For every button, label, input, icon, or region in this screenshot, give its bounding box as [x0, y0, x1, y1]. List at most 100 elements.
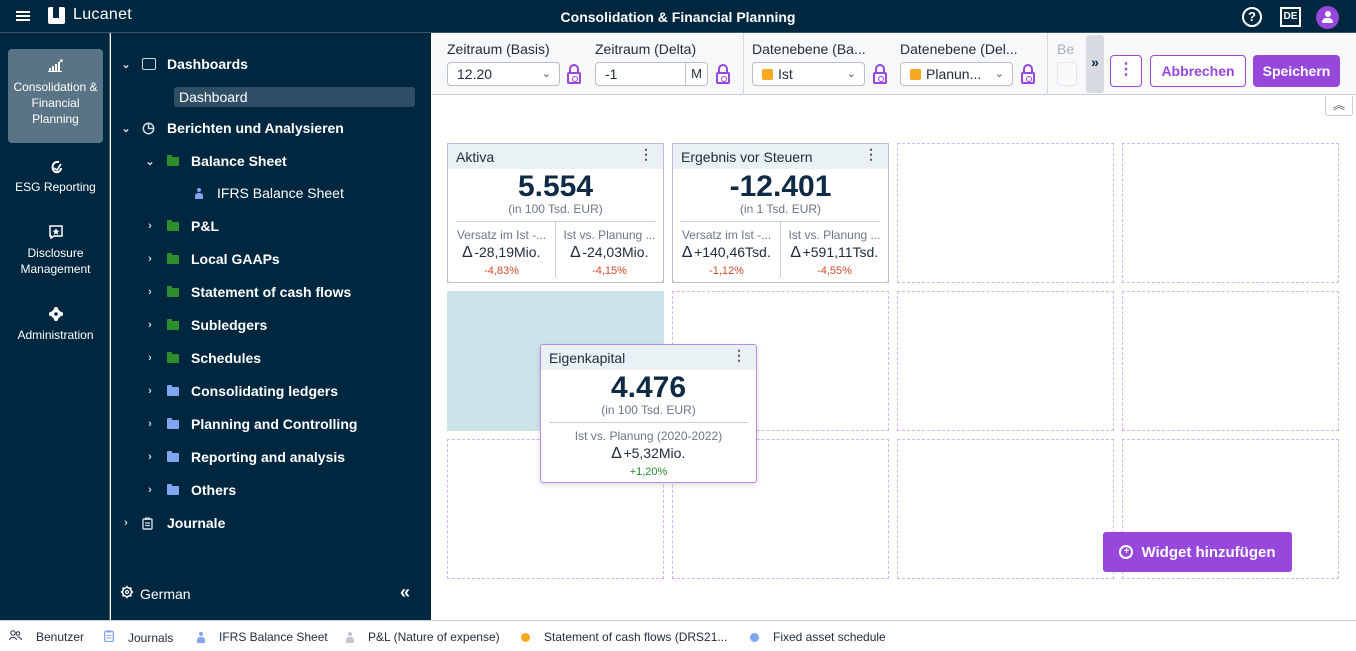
open-tab[interactable]: IFRS Balance Sheet	[197, 630, 328, 644]
language-selector[interactable]: German	[120, 585, 191, 602]
widget-menu-icon[interactable]: ⋮	[864, 146, 878, 163]
chevron-down-icon[interactable]: ⌄	[144, 155, 156, 168]
widget-unit: (in 100 Tsd. EUR)	[508, 202, 603, 216]
widget-title: Aktiva	[456, 149, 495, 165]
chevron-down-icon: ⌄	[846, 68, 856, 80]
tree-folder[interactable]: › Planning and Controlling	[111, 413, 411, 435]
tree-folder[interactable]: › Reporting and analysis	[111, 446, 411, 468]
comparison-percent: -4,83%	[484, 265, 519, 277]
unlock-icon[interactable]	[716, 64, 730, 84]
truncated-field-select[interactable]	[1057, 62, 1077, 86]
rail-item-disclosure[interactable]: Disclosure Management	[8, 225, 103, 277]
chevron-right-icon[interactable]: ›	[144, 418, 156, 430]
tree-folder[interactable]: › P&L	[111, 215, 411, 237]
tree-item-label: Planning and Controlling	[191, 416, 358, 432]
kpi-widget-ergebnis[interactable]: Ergebnis vor Steuern ⋮ -12.401 (in 1 Tsd.…	[672, 143, 889, 283]
widget-menu-icon[interactable]: ⋮	[732, 347, 746, 364]
person-icon	[346, 631, 354, 643]
data-level-delta-value: Planun...	[926, 66, 982, 82]
unlock-icon[interactable]	[873, 64, 887, 84]
tree-item-label: Subledgers	[191, 317, 268, 333]
open-tab-label: Fixed asset schedule	[773, 630, 886, 644]
help-icon[interactable]: ?	[1242, 7, 1262, 27]
cancel-button[interactable]: Abbrechen	[1150, 55, 1246, 87]
comparison-label: Ist vs. Planung ...	[788, 228, 881, 242]
plus-circle-icon: +	[1119, 545, 1134, 559]
rail-item-administration[interactable]: Administration	[8, 306, 103, 343]
data-level-delta-label: Datenebene (Del...	[900, 41, 1018, 57]
collapse-sidebar-button[interactable]: «	[400, 582, 410, 603]
widget-title: Eigenkapital	[549, 350, 626, 366]
tree-folder[interactable]: › Consolidating ledgers	[111, 380, 411, 402]
open-tab[interactable]: Benutzer	[9, 630, 84, 644]
tree-item-reports[interactable]: ⌄ Berichten und Analysieren	[111, 117, 411, 139]
tree-folder[interactable]: › Local GAAPs	[111, 248, 411, 270]
toolbar-overflow-button[interactable]: »	[1086, 35, 1104, 93]
open-tab[interactable]: Fixed asset schedule	[750, 630, 886, 644]
tree-folder[interactable]: › Schedules	[111, 347, 411, 369]
chevron-down-icon[interactable]: ⌄	[120, 122, 132, 135]
open-tab[interactable]: Journals	[104, 630, 173, 645]
open-tab[interactable]: P&L (Nature of expense)	[346, 630, 500, 644]
chevron-down-icon[interactable]: ⌄	[120, 58, 132, 71]
rail-item-label: Disclosure Management	[20, 246, 91, 276]
period-delta-input[interactable]: -1 M	[595, 62, 708, 86]
folder-icon	[167, 286, 179, 297]
kpi-widget-eigenkapital[interactable]: Eigenkapital ⋮ 4.476 (in 100 Tsd. EUR) Is…	[540, 344, 757, 483]
add-widget-button[interactable]: + Widget hinzufügen	[1103, 532, 1292, 572]
data-level-base-select[interactable]: Ist ⌄	[752, 62, 865, 86]
chevron-right-icon[interactable]: ›	[144, 286, 156, 298]
tree-item-label: Others	[191, 482, 237, 498]
rail-item-esg[interactable]: ESG Reporting	[8, 159, 103, 195]
user-avatar[interactable]	[1316, 6, 1339, 29]
person-icon	[197, 631, 205, 643]
app-title: Consolidation & Financial Planning	[560, 9, 796, 25]
comparison-delta: +140,46Tsd.	[694, 244, 771, 260]
open-tabs-bar: Benutzer Journals IFRS Balance Sheet P&L…	[0, 620, 1356, 651]
chevron-right-icon[interactable]: ›	[144, 484, 156, 496]
chevron-right-icon[interactable]: ›	[144, 220, 156, 232]
grid-cell	[897, 143, 1114, 283]
tree-folder[interactable]: › Statement of cash flows	[111, 281, 411, 303]
data-level-delta-select[interactable]: Planun... ⌄	[900, 62, 1013, 86]
grid-cell	[897, 291, 1114, 431]
tree-item-dashboard[interactable]: Dashboard	[174, 87, 415, 107]
widget-menu-icon[interactable]: ⋮	[639, 146, 653, 163]
collapse-toolbar-button[interactable]: ︽	[1325, 96, 1353, 116]
unlock-icon[interactable]	[567, 64, 581, 84]
tree-item-dashboards[interactable]: ⌄ Dashboards	[111, 53, 411, 75]
kpi-widget-aktiva[interactable]: Aktiva ⋮ 5.554 (in 100 Tsd. EUR) Versatz …	[447, 143, 664, 283]
tree-folder[interactable]: › Subledgers	[111, 314, 411, 336]
tree-item-label: Consolidating ledgers	[191, 383, 339, 399]
chevron-right-icon[interactable]: ›	[144, 451, 156, 463]
more-options-button[interactable]: ⋮	[1110, 55, 1142, 87]
chevron-right-icon[interactable]: ›	[144, 253, 156, 265]
dot-icon	[521, 632, 530, 642]
comparison: Ist vs. Planung (2020-2022) ∆ +5,32Mio. +…	[541, 423, 756, 478]
open-tab[interactable]: Statement of cash flows (DRS21...	[521, 630, 727, 644]
tree-folder[interactable]: › Others	[111, 479, 411, 501]
period-base-select[interactable]: 12.20 ⌄	[447, 62, 560, 86]
chevron-right-icon[interactable]: ›	[144, 319, 156, 331]
add-widget-label: Widget hinzufügen	[1141, 543, 1276, 561]
top-bar: Lucanet Consolidation & Financial Planni…	[0, 0, 1356, 33]
comparison-label: Ist vs. Planung ...	[563, 228, 656, 242]
chart-growth-icon	[47, 59, 64, 75]
comparison-label: Versatz im Ist -...	[681, 228, 772, 242]
tree-item-balance-sheet[interactable]: ⌄ Balance Sheet	[111, 150, 411, 172]
unlock-icon[interactable]	[1021, 64, 1035, 84]
chevron-down-icon: ⌄	[994, 68, 1004, 80]
save-button[interactable]: Speichern	[1253, 55, 1340, 87]
rail-item-consolidation[interactable]: Consolidation & Financial Planning	[8, 49, 103, 143]
period-base-label: Zeitraum (Basis)	[447, 41, 550, 57]
tree-item-journale[interactable]: › Journale	[111, 512, 411, 534]
comparison-percent: +1,20%	[629, 466, 668, 478]
chevron-right-icon[interactable]: ›	[144, 385, 156, 397]
comparison-label: Versatz im Ist -...	[456, 228, 547, 242]
chevron-right-icon[interactable]: ›	[144, 352, 156, 364]
language-badge[interactable]: DE	[1280, 7, 1301, 27]
tree-item-ifrs-balance-sheet[interactable]: IFRS Balance Sheet	[111, 182, 411, 204]
data-level-base-value: Ist	[778, 66, 793, 82]
chevron-right-icon[interactable]: ›	[120, 517, 132, 529]
period-delta-value: -1	[605, 66, 618, 82]
